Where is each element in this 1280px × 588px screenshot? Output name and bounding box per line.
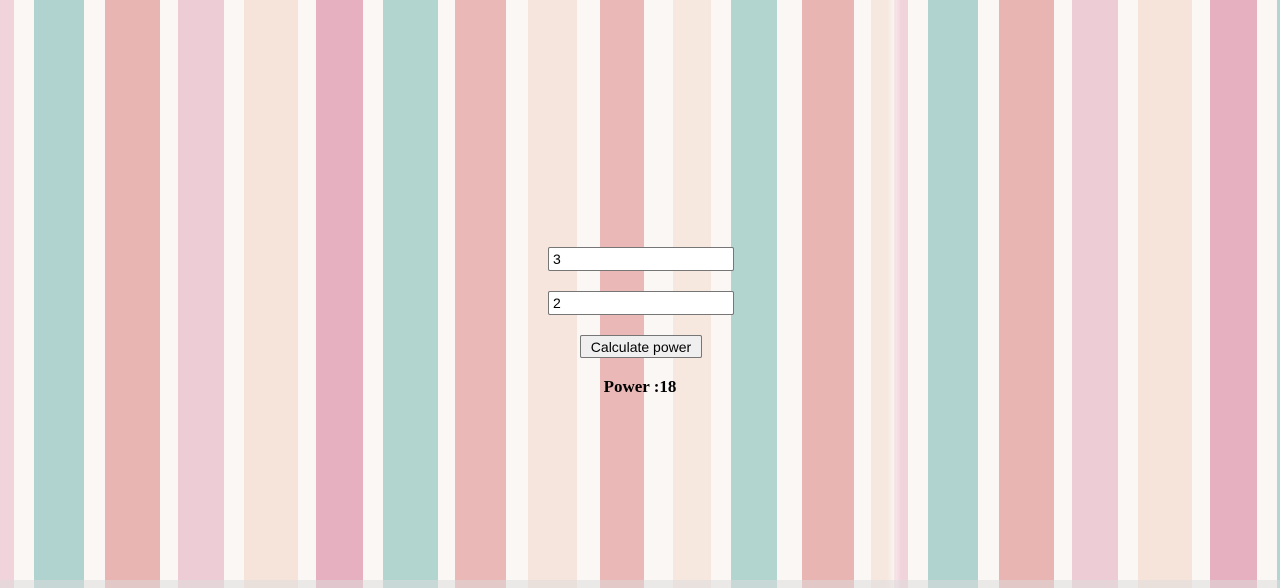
- power-result: Power :18: [540, 377, 740, 397]
- power-result-label: Power :: [603, 377, 660, 396]
- power-calculator-form: Calculate power Power :18: [0, 0, 1280, 588]
- calculate-power-button[interactable]: Calculate power: [580, 335, 702, 358]
- power-result-value: 18: [659, 377, 677, 396]
- exponent-input[interactable]: [548, 291, 734, 315]
- base-input[interactable]: [548, 247, 734, 271]
